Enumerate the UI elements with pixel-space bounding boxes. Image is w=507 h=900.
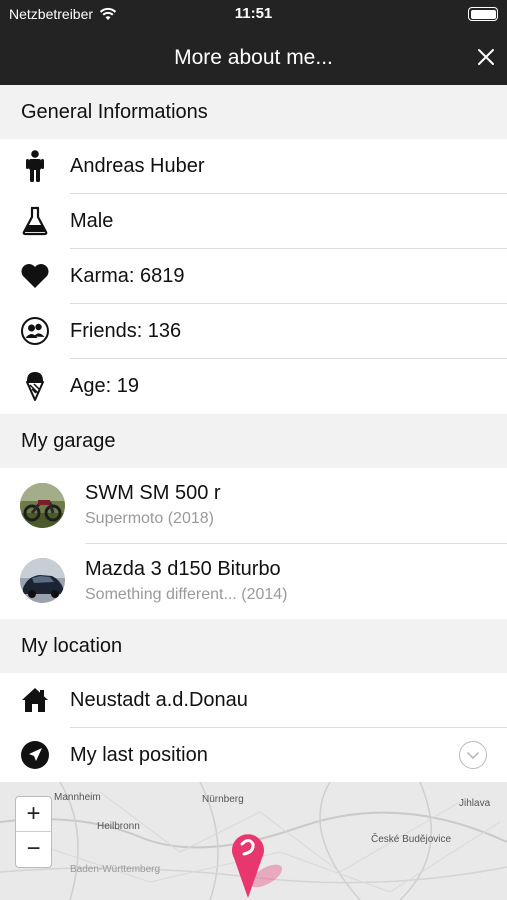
garage-item[interactable]: SWM SM 500 r Supermoto (2018) (0, 468, 507, 544)
map-city-label: Mannheim (54, 792, 101, 803)
section-title: General Informations (21, 101, 208, 123)
navigation-bar: More about me... (0, 28, 507, 85)
friends-icon (20, 316, 50, 346)
zoom-out-button[interactable]: − (16, 832, 51, 867)
section-title: My location (21, 635, 123, 657)
map-city-label: Nürnberg (202, 794, 244, 805)
map-city-label: Baden-Württemberg (70, 864, 161, 875)
vehicle-avatar (20, 483, 65, 528)
location-row-last-position[interactable]: My last position (0, 728, 507, 782)
location-label: Neustadt a.d.Donau (70, 689, 248, 711)
vehicle-subtitle: Something different... (2014) (85, 586, 288, 603)
map-city-label: Heilbronn (97, 821, 140, 832)
info-label: Age: 19 (70, 375, 139, 397)
clock: 11:51 (234, 5, 273, 22)
info-row-gender: Male (0, 194, 507, 249)
navigation-arrow-icon (20, 740, 50, 770)
status-bar: Netzbetreiber 11:51 (0, 0, 507, 28)
battery-icon (468, 7, 498, 21)
vehicle-avatar (20, 558, 65, 603)
page-title: More about me... (174, 46, 333, 69)
expand-button[interactable] (459, 741, 487, 769)
flask-icon (20, 205, 50, 237)
section-header-location: My location (0, 619, 507, 673)
info-row-friends: Friends: 136 (0, 304, 507, 359)
vehicle-name: Mazda 3 d150 Biturbo (85, 558, 281, 580)
info-label: Andreas Huber (70, 155, 205, 177)
vehicle-name: SWM SM 500 r (85, 482, 221, 504)
map-pin-icon[interactable] (222, 828, 292, 898)
close-icon[interactable] (475, 46, 497, 68)
heart-icon (20, 263, 50, 289)
info-row-age: Age: 19 (0, 359, 507, 414)
zoom-in-button[interactable]: + (16, 797, 51, 832)
map-zoom-control: + − (15, 796, 52, 868)
map-city-label: České Budějovice (371, 834, 452, 845)
map-city-label: Jihlava (459, 798, 491, 809)
section-header-general: General Informations (0, 85, 507, 139)
location-label: My last position (70, 744, 208, 766)
chevron-down-icon (467, 752, 479, 760)
info-label: Karma: 6819 (70, 265, 185, 287)
section-header-garage: My garage (0, 414, 507, 468)
section-title: My garage (21, 430, 116, 452)
info-label: Friends: 136 (70, 320, 182, 342)
info-label: Male (70, 210, 114, 232)
info-row-karma: Karma: 6819 (0, 249, 507, 304)
map-view[interactable]: Mannheim Nürnberg Jihlava Heilbronn Česk… (0, 782, 507, 900)
home-icon (20, 686, 50, 714)
ice-cream-icon (20, 370, 50, 402)
vehicle-subtitle: Supermoto (2018) (85, 510, 214, 527)
location-row-home: Neustadt a.d.Donau (0, 673, 507, 728)
garage-item[interactable]: Mazda 3 d150 Biturbo Something different… (0, 544, 507, 619)
person-icon (20, 149, 50, 183)
info-row-name: Andreas Huber (0, 139, 507, 194)
